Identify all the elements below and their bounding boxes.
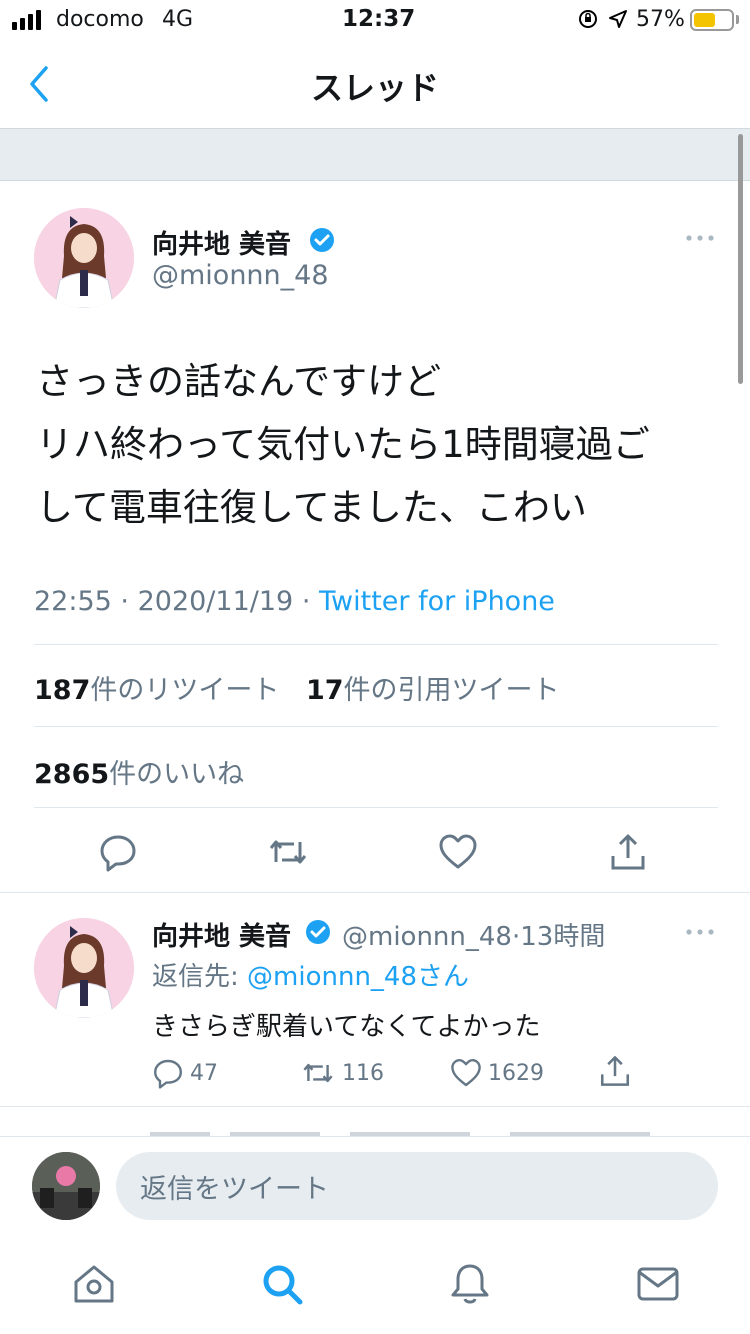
location-icon (609, 10, 627, 28)
tweet-meta: 22:55 · 2020/11/19 · Twitter for iPhone (34, 586, 555, 617)
home-icon[interactable] (72, 1262, 116, 1306)
reply-to: 返信先: @mionnn_48さん (152, 956, 469, 993)
gap-divider (0, 180, 750, 181)
reply-input[interactable]: 返信をツイート (116, 1152, 718, 1220)
battery-tip (736, 15, 739, 24)
reply-icon[interactable] (98, 832, 138, 872)
share-icon (600, 1056, 630, 1086)
rotation-lock-icon (579, 10, 597, 28)
tweet-time-ago: 13時間 (520, 922, 606, 952)
tweet-source-link[interactable]: Twitter for iPhone (319, 586, 555, 617)
avatar-image (34, 918, 134, 1018)
author-handle[interactable]: @mionnn_48 (342, 922, 512, 952)
reply-count: 47 (190, 1060, 218, 1086)
divider (0, 892, 750, 893)
retweet-action[interactable]: 116 (300, 1056, 384, 1090)
retweets-stat[interactable]: 187件のリツイート (34, 675, 279, 706)
verified-badge-icon (310, 228, 334, 252)
likes-label: 件のいいね (109, 759, 245, 790)
my-avatar[interactable] (32, 1152, 100, 1220)
tweet-date: 2020/11/19 (137, 586, 294, 617)
more-options-icon[interactable] (684, 922, 716, 942)
like-icon[interactable] (438, 832, 478, 872)
status-time: 12:37 (342, 6, 416, 32)
author-name[interactable]: 向井地 美音 (152, 916, 291, 953)
reply-placeholder: 返信をツイート (140, 1173, 329, 1205)
network-label: 4G (162, 7, 194, 32)
share-icon[interactable] (608, 832, 648, 872)
battery-fill (694, 13, 715, 27)
quotes-count: 17 (305, 675, 344, 706)
tweet-text: きさらぎ駅着いてなくてよかった (152, 1012, 541, 1042)
divider (34, 726, 718, 727)
quotes-stat[interactable]: 17件の引用ツイート (306, 675, 560, 706)
notifications-icon[interactable] (448, 1262, 492, 1306)
author-name[interactable]: 向井地 美音 (152, 224, 291, 261)
verified-badge-icon (306, 920, 330, 944)
author-handle[interactable]: @mionnn_48 (152, 260, 329, 291)
retweets-label: 件のリツイート (90, 675, 280, 706)
my-avatar-image (32, 1152, 100, 1220)
divider (34, 644, 718, 645)
like-action[interactable]: 1629 (450, 1056, 544, 1090)
tweet-stats: 187件のリツイート 17件の引用ツイート (34, 668, 560, 707)
carrier-label: docomo (56, 7, 144, 32)
page-title: スレッド (310, 69, 439, 107)
likes-stat[interactable]: 2865件のいいね (34, 752, 244, 791)
retweets-count: 187 (34, 675, 91, 706)
divider (34, 807, 718, 808)
likes-count: 2865 (34, 759, 110, 790)
author-handle-time: @mionnn_48·13時間 (342, 916, 605, 953)
battery-icon (690, 9, 734, 31)
divider (0, 1106, 750, 1107)
tweet-text: さっきの話なんですけど リハ終わって気付いたら1時間寝過ご して電車往復してまし… (36, 360, 650, 529)
retweet-icon (303, 1063, 333, 1083)
thread-gap (0, 129, 750, 180)
reply-to-label: 返信先: (152, 962, 248, 992)
status-bar: docomo 4G 12:37 57% (0, 0, 750, 40)
more-options-icon[interactable] (684, 228, 716, 248)
reply-action[interactable]: 47 (152, 1056, 218, 1090)
meta-separator: · (301, 586, 311, 617)
share-action[interactable] (598, 1054, 638, 1088)
like-icon (451, 1059, 481, 1087)
meta-separator: · (511, 922, 521, 952)
avatar-image (34, 208, 134, 308)
avatar[interactable] (34, 208, 134, 308)
meta-separator: · (120, 586, 129, 617)
reply-to-link[interactable]: @mionnn_48さん (247, 962, 469, 992)
retweet-count: 116 (342, 1060, 384, 1086)
battery-percent: 57% (636, 7, 685, 32)
messages-icon[interactable] (636, 1262, 680, 1306)
tweet-time: 22:55 (34, 586, 112, 617)
search-icon[interactable] (260, 1262, 304, 1306)
quotes-label: 件の引用ツイート (343, 675, 560, 706)
reply-icon (154, 1059, 182, 1089)
scrollbar[interactable] (738, 134, 743, 384)
avatar[interactable] (34, 918, 134, 1018)
retweet-icon[interactable] (268, 832, 308, 872)
like-count: 1629 (488, 1060, 544, 1086)
